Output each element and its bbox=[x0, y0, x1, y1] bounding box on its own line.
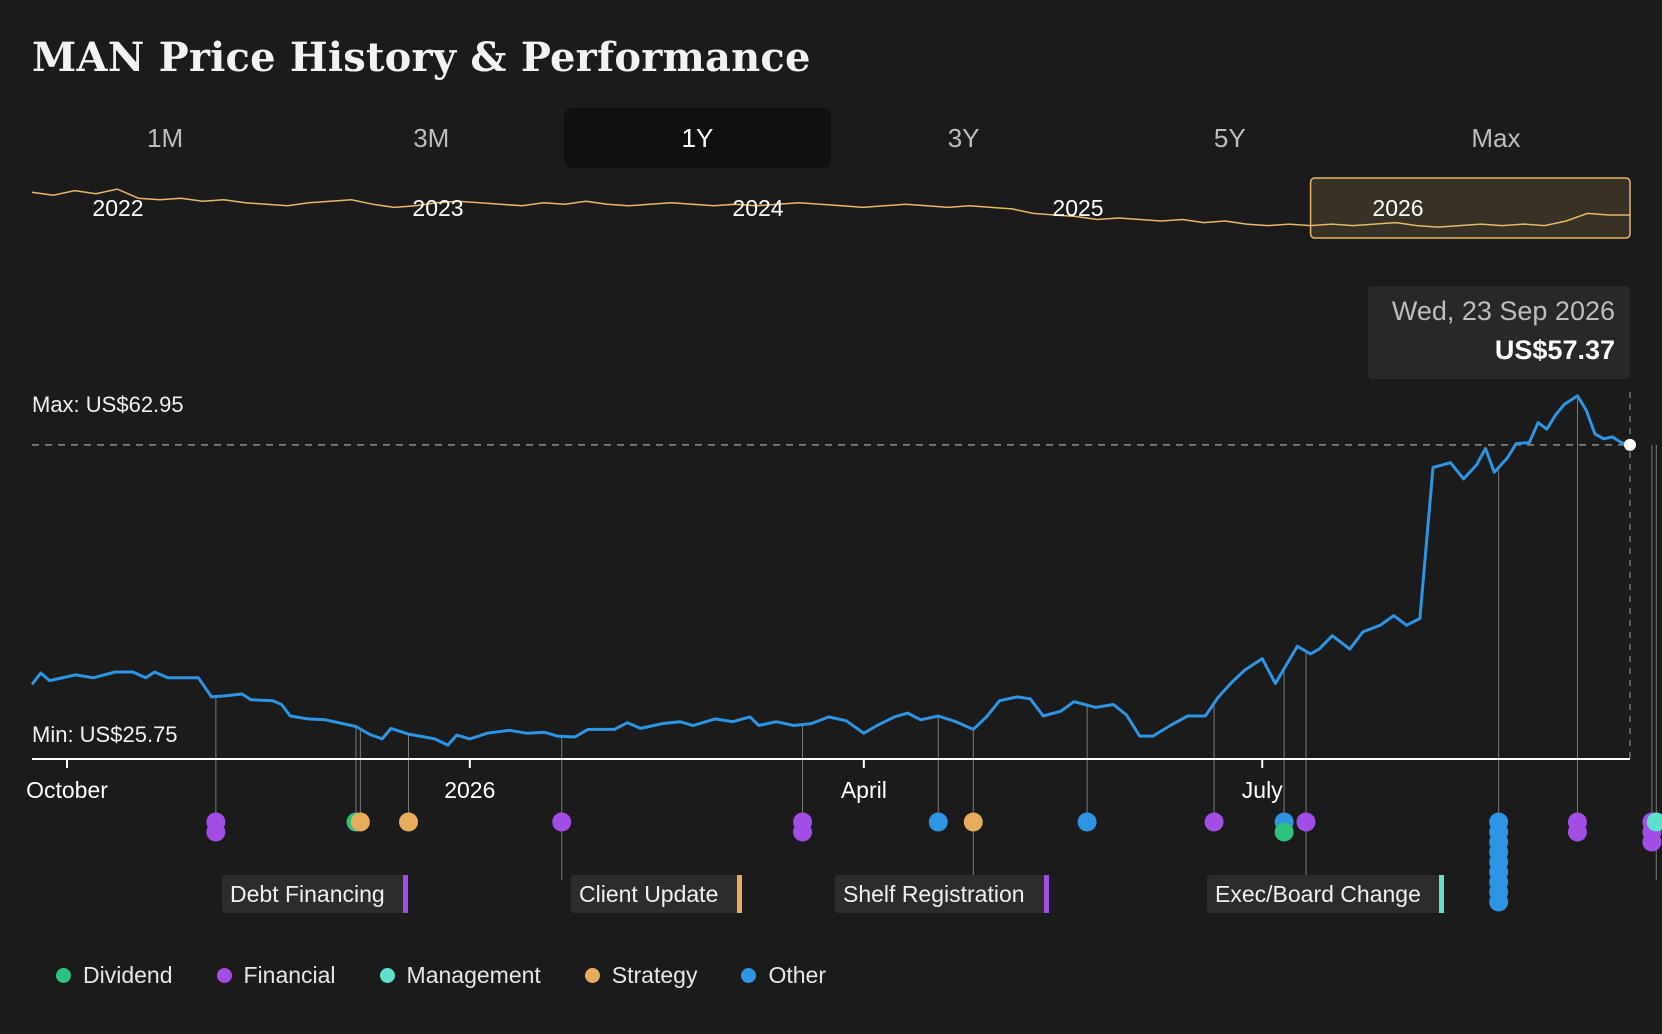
legend-item-dividend[interactable]: Dividend bbox=[56, 962, 173, 989]
event-label: Client Update bbox=[579, 881, 718, 907]
event-dot-strategy bbox=[963, 812, 983, 832]
strategy-dot-icon bbox=[584, 968, 600, 983]
x-tick-label: 2026 bbox=[444, 777, 495, 803]
x-tick-label: April bbox=[841, 777, 887, 803]
x-tick-label: October bbox=[26, 777, 108, 803]
management-dot-icon bbox=[379, 968, 395, 983]
price-line bbox=[30, 394, 1631, 747]
other-dot-icon bbox=[741, 968, 757, 983]
event-label-accent bbox=[737, 875, 742, 913]
event-label: Debt Financing bbox=[230, 881, 385, 907]
overview-year-label: 2022 bbox=[92, 195, 143, 221]
event-dot-financial bbox=[1567, 822, 1587, 842]
event-label-accent bbox=[1439, 875, 1444, 913]
legend-item-management[interactable]: Management bbox=[379, 962, 541, 989]
event-label-accent bbox=[403, 875, 408, 913]
tooltip-date: Wed, 23 Sep 2026 bbox=[1391, 296, 1615, 326]
max-price-label: Max: US$62.95 bbox=[32, 392, 184, 417]
tooltip-price: US$57.37 bbox=[1494, 335, 1615, 365]
legend-label: Strategy bbox=[611, 962, 698, 988]
event-dot-other bbox=[1489, 892, 1509, 912]
dividend-dot-icon bbox=[56, 968, 71, 983]
event-legend: Dividend Financial Management Strategy O… bbox=[56, 962, 870, 989]
legend-item-financial[interactable]: Financial bbox=[216, 962, 336, 989]
financial-dot-icon bbox=[216, 968, 232, 983]
overview-year-label: 2025 bbox=[1052, 195, 1103, 221]
event-dot-financial bbox=[552, 812, 572, 832]
event-dot-financial bbox=[1642, 832, 1662, 852]
min-price-label: Min: US$25.75 bbox=[32, 722, 178, 747]
event-dot-other bbox=[1077, 812, 1097, 832]
legend-item-other[interactable]: Other bbox=[741, 962, 826, 989]
event-dot-financial bbox=[1296, 812, 1316, 832]
overview-year-label: 2026 bbox=[1372, 195, 1423, 221]
event-dot-strategy bbox=[399, 812, 419, 832]
event-dot-financial bbox=[206, 822, 226, 842]
event-dot-dividend bbox=[1274, 822, 1294, 842]
overview-year-label: 2023 bbox=[412, 195, 463, 221]
event-label: Shelf Registration bbox=[843, 881, 1025, 907]
legend-label: Dividend bbox=[83, 962, 173, 988]
last-price-marker bbox=[1624, 438, 1636, 451]
event-dot-strategy bbox=[350, 812, 370, 832]
event-label: Exec/Board Change bbox=[1215, 881, 1421, 907]
price-tooltip: Wed, 23 Sep 2026 US$57.37 bbox=[1368, 286, 1630, 379]
overview-selection-window bbox=[1309, 177, 1631, 239]
price-history-chart: 2022 2023 2024 2025 2026 Max: US$62.95 Min: US… bbox=[26, 177, 1662, 913]
legend-item-strategy[interactable]: Strategy bbox=[584, 962, 698, 989]
legend-label: Management bbox=[406, 962, 541, 988]
event-dot-other bbox=[928, 812, 948, 832]
legend-label: Financial bbox=[243, 962, 336, 988]
event-label-accent bbox=[1044, 875, 1049, 913]
x-tick-label: July bbox=[1242, 777, 1283, 803]
event-dot-financial bbox=[1204, 812, 1224, 832]
legend-label: Other bbox=[768, 962, 826, 988]
event-dot-financial bbox=[793, 822, 813, 842]
overview-year-label: 2024 bbox=[732, 195, 783, 221]
